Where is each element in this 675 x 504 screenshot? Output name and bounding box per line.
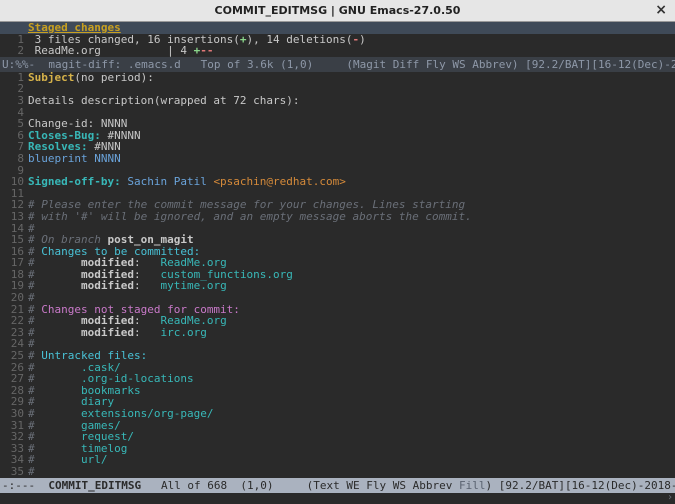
commit-line[interactable]: 34# url/ [0, 454, 675, 466]
line-number: 4 [0, 107, 28, 118]
line-number: 31 [0, 420, 28, 431]
line-number: 24 [0, 338, 28, 349]
diff-pane[interactable]: Staged changes 1 3 files changed, 16 ins… [0, 22, 675, 57]
line-number: 33 [0, 443, 28, 454]
commit-line[interactable]: 23# modified: irc.org [0, 327, 675, 339]
commit-line[interactable]: 3Details description(wrapped at 72 chars… [0, 95, 675, 107]
line-number: 5 [0, 118, 28, 129]
line-number: 22 [0, 315, 28, 326]
line-number: 30 [0, 408, 28, 419]
line-number: 29 [0, 396, 28, 407]
line-number: 32 [0, 431, 28, 442]
emacs-frame: Staged changes 1 3 files changed, 16 ins… [0, 22, 675, 504]
scroll-right-icon[interactable]: › [667, 493, 673, 503]
line-number: 16 [0, 246, 28, 257]
close-icon[interactable]: × [655, 3, 667, 17]
line-number: 25 [0, 350, 28, 361]
commit-line[interactable]: 35# [0, 466, 675, 478]
line-number: 12 [0, 199, 28, 210]
line-number: 35 [0, 466, 28, 477]
line-number: 17 [0, 257, 28, 268]
line-number: 28 [0, 385, 28, 396]
window-titlebar: COMMIT_EDITMSG | GNU Emacs-27.0.50 × [0, 0, 675, 22]
line-number: 18 [0, 269, 28, 280]
window-title: COMMIT_EDITMSG | GNU Emacs-27.0.50 [215, 5, 461, 16]
line-number: 11 [0, 188, 28, 199]
line-number: 13 [0, 211, 28, 222]
line-number: 14 [0, 223, 28, 234]
commit-line[interactable]: 10Signed-off-by: Sachin Patil <psachin@r… [0, 176, 675, 188]
line-number: 1 [0, 72, 28, 83]
line-number: 3 [0, 95, 28, 106]
line-number: 23 [0, 327, 28, 338]
commit-line[interactable]: 19# modified: mytime.org [0, 280, 675, 292]
line-number: 9 [0, 165, 28, 176]
line-number: 7 [0, 141, 28, 152]
commit-line[interactable]: 13# with '#' will be ignored, and an emp… [0, 211, 675, 223]
modeline-diff[interactable]: U:%%- magit-diff: .emacs.d Top of 3.6k (… [0, 57, 675, 72]
line-number: 10 [0, 176, 28, 187]
diffstat-file[interactable]: 2 ReadMe.org | 4 +-- [0, 45, 675, 57]
line-number: 20 [0, 292, 28, 303]
line-number: 6 [0, 130, 28, 141]
minibuffer-area: › [0, 493, 675, 501]
commit-line[interactable]: 8blueprint NNNN [0, 153, 675, 165]
line-number: 21 [0, 304, 28, 315]
line-number: 34 [0, 454, 28, 465]
commit-line[interactable]: 1Subject(no period): [0, 72, 675, 84]
line-number: 26 [0, 362, 28, 373]
line-number: 19 [0, 280, 28, 291]
line-number: 2 [0, 83, 28, 94]
line-number: 8 [0, 153, 28, 164]
modeline-commit[interactable]: -:--- COMMIT_EDITMSG All of 668 (1,0) (T… [0, 478, 675, 493]
commit-editmsg-pane[interactable]: 1Subject(no period):23Details descriptio… [0, 72, 675, 478]
line-number: 15 [0, 234, 28, 245]
line-number: 27 [0, 373, 28, 384]
